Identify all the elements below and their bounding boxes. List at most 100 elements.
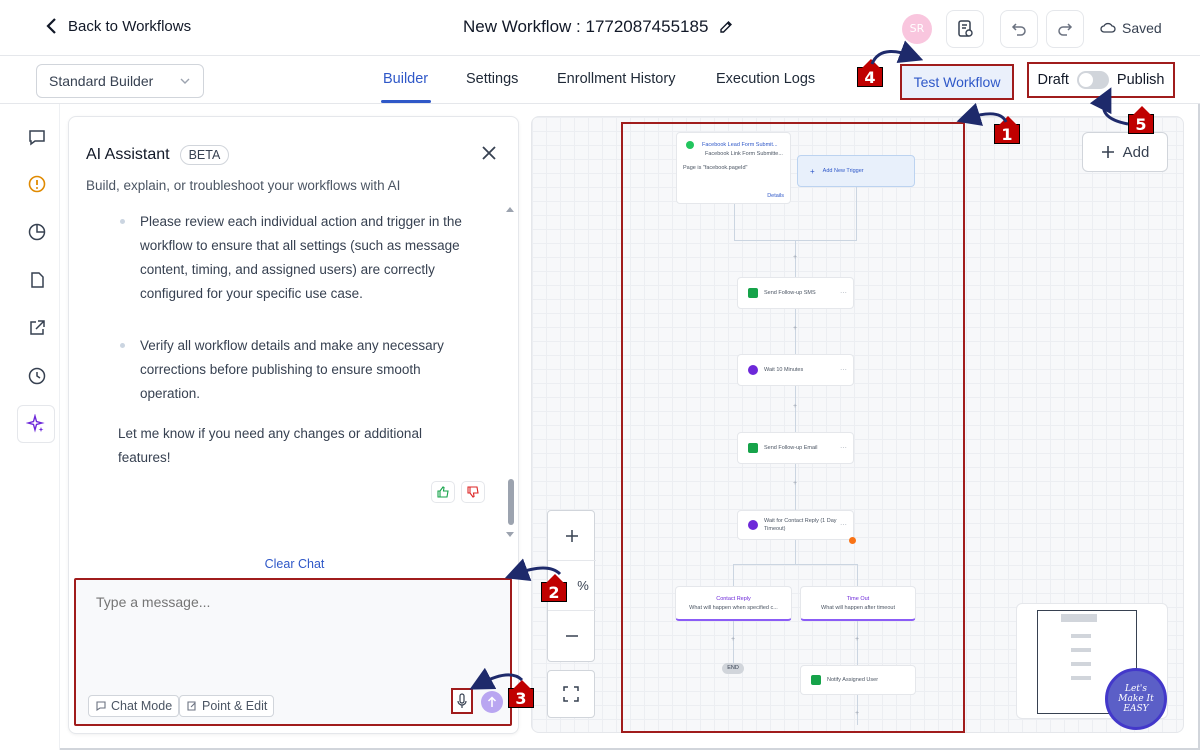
tab-execution-logs[interactable]: Execution Logs (716, 71, 815, 87)
zoom-text: % (577, 578, 589, 593)
tab-enrollment-history[interactable]: Enrollment History (557, 71, 675, 87)
bullet-dot (120, 219, 125, 224)
callout-4: 4 (857, 59, 883, 87)
workflow-title-text: New Workflow : 1772087455185 (463, 17, 709, 36)
thumbs-down-button[interactable] (461, 481, 485, 503)
zoom-out-button[interactable] (548, 611, 596, 661)
point-edit-label: Point & Edit (202, 699, 268, 713)
builder-mode-select[interactable]: Standard Builder (36, 64, 204, 98)
microphone-icon (457, 693, 467, 708)
beta-badge: BETA (179, 145, 230, 165)
history-icon (28, 367, 46, 385)
minimap-node (1071, 634, 1091, 638)
chat-mode-button[interactable]: Chat Mode (88, 695, 180, 717)
scroll-thumb[interactable] (508, 479, 514, 525)
clear-chat-link[interactable]: Clear Chat (69, 557, 520, 571)
add-button[interactable]: Add (1082, 132, 1168, 172)
rail-comments[interactable] (18, 118, 56, 156)
chat-bubble-icon (96, 701, 106, 712)
scroll-down-icon (506, 532, 514, 537)
close-icon[interactable] (479, 143, 499, 163)
send-button[interactable] (481, 691, 503, 713)
redo-icon (1058, 23, 1073, 36)
tab-builder[interactable]: Builder (383, 71, 428, 87)
expand-icon (563, 686, 579, 702)
message-icon (29, 130, 45, 146)
callout-2: 2 (541, 574, 567, 602)
workflow-title: New Workflow : 1772087455185 (463, 17, 734, 37)
rail-history[interactable] (18, 357, 56, 395)
external-link-icon (30, 320, 45, 335)
undo-icon (1011, 23, 1026, 36)
back-to-workflows-link[interactable]: Back to Workflows (44, 17, 191, 35)
minimap-node (1071, 662, 1091, 666)
tab-settings[interactable]: Settings (466, 71, 518, 87)
ai-panel-title: AI Assistant (86, 146, 170, 163)
document-settings-icon (958, 20, 973, 37)
notes-button[interactable] (946, 10, 984, 48)
callout-3: 3 (508, 680, 534, 708)
test-workflow-button[interactable]: Test Workflow (900, 64, 1014, 100)
saved-status: Saved (1100, 20, 1162, 36)
publish-toggle[interactable] (1076, 71, 1109, 89)
builder-nav: Standard Builder Builder Settings Enroll… (0, 56, 1200, 104)
ai-assistant-panel: AI Assistant BETA Build, explain, or tro… (68, 116, 519, 734)
ai-message-bullet: Verify all workflow details and make any… (140, 338, 444, 401)
callout-5: 5 (1128, 106, 1154, 134)
chevron-left-icon (46, 18, 56, 34)
minimap-node (1071, 648, 1091, 652)
microphone-button[interactable] (451, 688, 473, 714)
draft-label: Draft (1037, 72, 1069, 88)
saved-label: Saved (1122, 20, 1162, 36)
top-bar: Back to Workflows New Workflow : 1772087… (0, 0, 1200, 56)
rail-alerts[interactable] (18, 165, 56, 203)
alert-circle-icon (28, 175, 46, 193)
ai-message-closing: Let me know if you need any changes or a… (118, 426, 422, 465)
cloud-icon (1100, 22, 1116, 33)
back-label: Back to Workflows (68, 17, 192, 35)
watermark-logo: Let's Make It EASY (1105, 668, 1167, 730)
scroll-up-icon (506, 207, 514, 212)
annotation-frame-workflow (621, 122, 965, 733)
edit-icon (187, 701, 196, 711)
thumbs-up-icon (437, 486, 449, 498)
thumbs-down-icon (467, 486, 479, 498)
ai-panel-header: AI Assistant BETA (86, 145, 230, 165)
fit-view-button[interactable] (547, 670, 595, 718)
sparkles-icon (26, 414, 45, 433)
left-rail (0, 104, 60, 750)
ai-message-bullet: Please review each individual action and… (140, 214, 462, 301)
avatar[interactable]: SR (902, 14, 932, 44)
rail-stats[interactable] (18, 213, 56, 251)
minus-icon (566, 635, 578, 637)
plus-icon (1101, 146, 1114, 158)
watermark-text: Let's Make It EASY (1118, 684, 1154, 714)
ai-panel-subtitle: Build, explain, or troubleshoot your wor… (86, 178, 401, 193)
rail-files[interactable] (18, 261, 56, 299)
publish-toggle-group: Draft Publish (1027, 62, 1175, 98)
rail-external[interactable] (18, 309, 56, 347)
add-label: Add (1122, 143, 1150, 161)
zoom-in-button[interactable] (548, 511, 596, 561)
redo-button[interactable] (1046, 10, 1084, 48)
arrow-up-icon (487, 696, 497, 707)
chat-compose-box: Chat Mode Point & Edit (74, 578, 512, 726)
file-icon (31, 272, 44, 288)
bullet-dot (120, 343, 125, 348)
chat-message-input[interactable] (96, 594, 476, 610)
undo-button[interactable] (1000, 10, 1038, 48)
publish-label: Publish (1116, 72, 1165, 88)
minimap-node (1061, 614, 1097, 622)
pie-chart-icon (28, 223, 46, 241)
active-tab-indicator (381, 100, 431, 103)
minimap-node (1071, 676, 1091, 680)
rail-ai-assistant[interactable] (17, 405, 55, 443)
pencil-icon[interactable] (718, 19, 734, 35)
builder-mode-value: Standard Builder (49, 73, 154, 89)
chevron-down-icon (180, 78, 190, 84)
point-edit-button[interactable]: Point & Edit (179, 695, 275, 717)
plus-icon (566, 529, 578, 542)
chat-mode-label: Chat Mode (111, 699, 173, 713)
callout-1: 1 (994, 116, 1020, 144)
thumbs-up-button[interactable] (431, 481, 455, 503)
